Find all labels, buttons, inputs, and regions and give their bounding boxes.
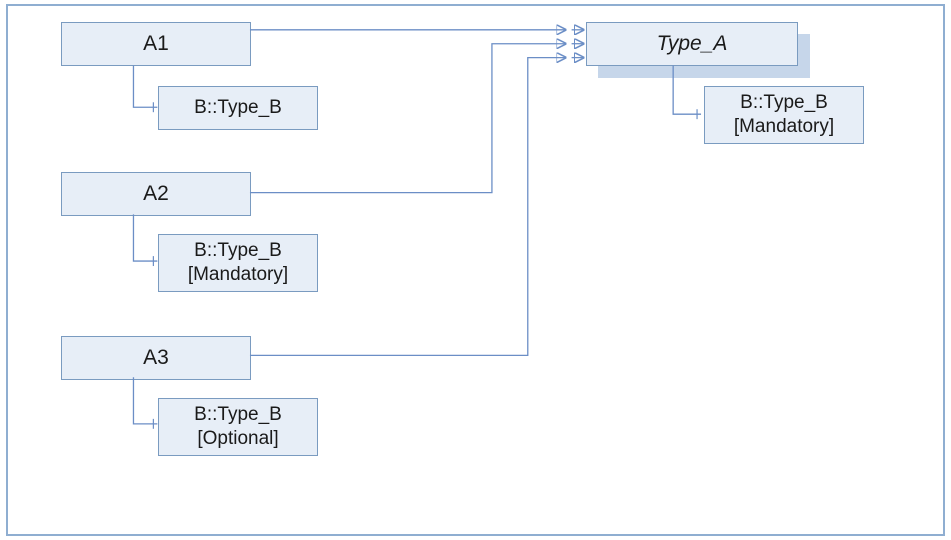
node-a2-child-label: B::Type_B[Mandatory] bbox=[188, 239, 288, 287]
node-a2-child: B::Type_B[Mandatory] bbox=[158, 234, 318, 292]
node-a3-child-label: B::Type_B[Optional] bbox=[194, 403, 282, 451]
edge-a2-to-child bbox=[133, 214, 157, 261]
edge-a3-to-child bbox=[133, 377, 157, 424]
node-a3-child: B::Type_B[Optional] bbox=[158, 398, 318, 456]
node-a1-child: B::Type_B bbox=[158, 86, 318, 130]
node-type-a-label: Type_A bbox=[657, 31, 728, 57]
node-type-a-child: B::Type_B[Mandatory] bbox=[704, 86, 864, 144]
node-a1-child-label: B::Type_B bbox=[194, 96, 282, 120]
node-a3-label: A3 bbox=[143, 345, 169, 371]
node-a1: A1 bbox=[61, 22, 251, 66]
node-a2: A2 bbox=[61, 172, 251, 216]
node-type-a: Type_A bbox=[586, 22, 798, 66]
edge-a1-to-child bbox=[133, 66, 157, 108]
node-a3: A3 bbox=[61, 336, 251, 380]
node-a1-label: A1 bbox=[143, 31, 169, 57]
node-a2-label: A2 bbox=[143, 181, 169, 207]
diagram-canvas: A1 B::Type_B A2 B::Type_B[Mandatory] A3 … bbox=[6, 4, 945, 536]
node-type-a-child-label: B::Type_B[Mandatory] bbox=[734, 91, 834, 139]
